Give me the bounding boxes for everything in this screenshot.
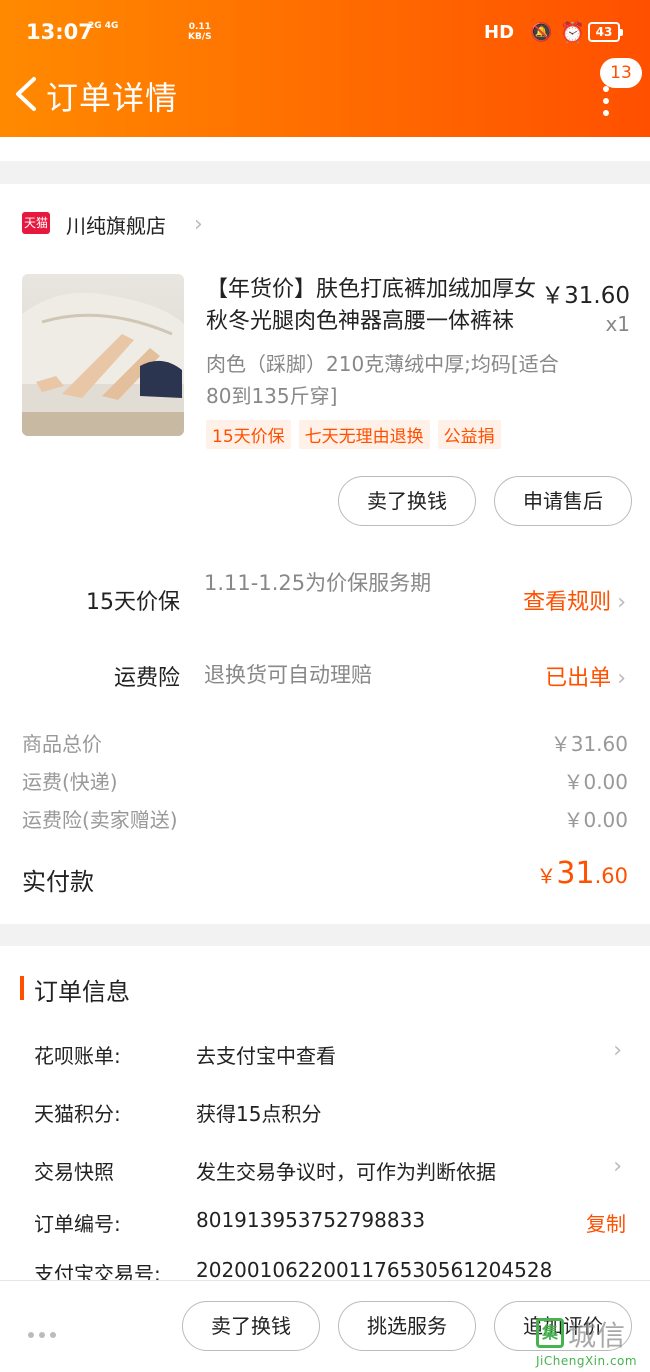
trade-snapshot-value[interactable]: 发生交易争议时，可作为判断依据 (196, 1156, 496, 1185)
product-quantity: x1 (605, 312, 630, 336)
policy-issued-label[interactable]: 已出单 (545, 666, 611, 691)
view-rules-link[interactable]: 查看规则 › (523, 584, 626, 616)
service-label-price-protection: 15天价保 (86, 590, 180, 615)
watermark-url: JiChengXin.com (536, 1354, 638, 1368)
status-time: 13:07 (26, 20, 93, 44)
site-watermark: 集 城信 JiChengXin.com (530, 1310, 650, 1372)
order-info-card: 订单信息 花呗账单: 去支付宝中查看 › 天猫积分: 获得15点积分 交易快照 … (0, 946, 650, 1286)
product-price: ￥31.60 (541, 283, 630, 309)
chevron-right-icon[interactable]: › (613, 1154, 622, 1179)
fee-value-shipping-insurance: ￥0.00 (563, 808, 628, 832)
bottom-sell-for-cash-button[interactable]: 卖了换钱 (182, 1301, 320, 1351)
product-sku: 肉色（踩脚）210克薄绒中厚;均码[适合80到135斤穿] (206, 352, 559, 408)
trade-snapshot-label: 交易快照 (34, 1160, 114, 1184)
copy-order-number-button[interactable]: 复制 (586, 1208, 626, 1237)
network-speed: 0.11 KB/S (188, 22, 212, 42)
back-arrow-icon[interactable] (12, 76, 42, 112)
hd-indicator: HD (484, 22, 515, 43)
app-header: 13:07 2G 4G 0.11 KB/S HD 🔕 ⏰ 43 订单详情 13 (0, 0, 650, 137)
after-sales-button[interactable]: 申请售后 (494, 476, 632, 526)
signal-icon: 2G 4G (88, 21, 119, 31)
fee-value-subtotal: ￥31.60 (550, 732, 628, 756)
order-info-heading: 订单信息 (34, 978, 130, 1006)
mute-icon: 🔕 (530, 22, 553, 43)
order-number-label: 订单编号: (34, 1212, 121, 1236)
service-label-shipping-insurance: 运费险 (113, 666, 180, 691)
alipay-trade-number-value: 2020010622001176530561204528 (196, 1258, 553, 1282)
tmall-points-label: 天猫积分: (34, 1102, 121, 1126)
huabei-bill-value[interactable]: 去支付宝中查看 (196, 1040, 336, 1069)
service-desc-shipping-insurance: 退换货可自动理赔 (204, 663, 372, 687)
page-title: 订单详情 (46, 79, 179, 117)
fee-label-shipping: 运费(快递) (22, 770, 118, 794)
product-tags: 15天价保 七天无理由退换 公益捐 (206, 420, 509, 449)
chevron-right-icon: › (194, 212, 203, 237)
more-vertical-icon[interactable] (598, 86, 614, 116)
network-speed-unit: KB/S (188, 32, 212, 42)
order-number-value: 801913953752798833 (196, 1208, 426, 1232)
alarm-icon: ⏰ (560, 20, 585, 44)
product-title[interactable]: 【年货价】肤色打底裤加绒加厚女秋冬光腿肉色神器高腰一体裤袜 (206, 274, 540, 338)
section-accent-bar (20, 976, 24, 1000)
shop-name[interactable]: 川纯旗舰店 (66, 210, 166, 239)
tag-seven-day-return: 七天无理由退换 (298, 420, 430, 449)
sell-for-cash-button[interactable]: 卖了换钱 (338, 476, 476, 526)
chevron-right-icon[interactable]: › (613, 1038, 622, 1063)
tmall-points-value: 获得15点积分 (196, 1102, 322, 1126)
amount-paid-value: ￥31.60 (536, 856, 628, 891)
message-count-badge[interactable]: 13 (600, 58, 642, 88)
watermark-text: 城信 (568, 1319, 627, 1352)
fee-value-shipping: ￥0.00 (563, 770, 628, 794)
top-spacer-card (0, 137, 650, 161)
amount-paid-integer: 31 (556, 856, 595, 891)
tag-charity: 公益捐 (437, 420, 501, 449)
amount-paid-currency: ￥ (536, 864, 557, 888)
chevron-right-icon: › (617, 666, 626, 691)
service-desc-price-protection: 1.11-1.25为价保服务期 (204, 571, 432, 595)
amount-paid-label: 实付款 (22, 868, 94, 896)
tag-price-protection: 15天价保 (206, 420, 291, 449)
view-rules-label[interactable]: 查看规则 (523, 590, 611, 615)
tmall-logo-icon: 天猫 (22, 212, 50, 234)
watermark-logo-icon: 集 (536, 1318, 564, 1348)
status-bar: 13:07 2G 4G 0.11 KB/S HD 🔕 ⏰ 43 (0, 0, 650, 64)
huabei-bill-label: 花呗账单: (34, 1044, 121, 1068)
more-horizontal-icon[interactable] (28, 1323, 62, 1338)
policy-issued-link[interactable]: 已出单 › (545, 660, 626, 692)
fee-label-subtotal: 商品总价 (22, 732, 102, 756)
order-item-card: 天猫 川纯旗舰店 › 【年货价】肤色打底裤加绒加厚女秋冬光腿肉色神器高腰一体裤袜… (0, 184, 650, 924)
choose-service-button[interactable]: 挑选服务 (338, 1301, 476, 1351)
amount-paid-decimal: .60 (594, 864, 628, 888)
fee-label-shipping-insurance: 运费险(卖家赠送) (22, 808, 178, 832)
battery-icon: 43 (588, 22, 623, 42)
product-image[interactable] (22, 274, 184, 436)
network-speed-value: 0.11 (188, 22, 211, 32)
chevron-right-icon: › (617, 590, 626, 615)
